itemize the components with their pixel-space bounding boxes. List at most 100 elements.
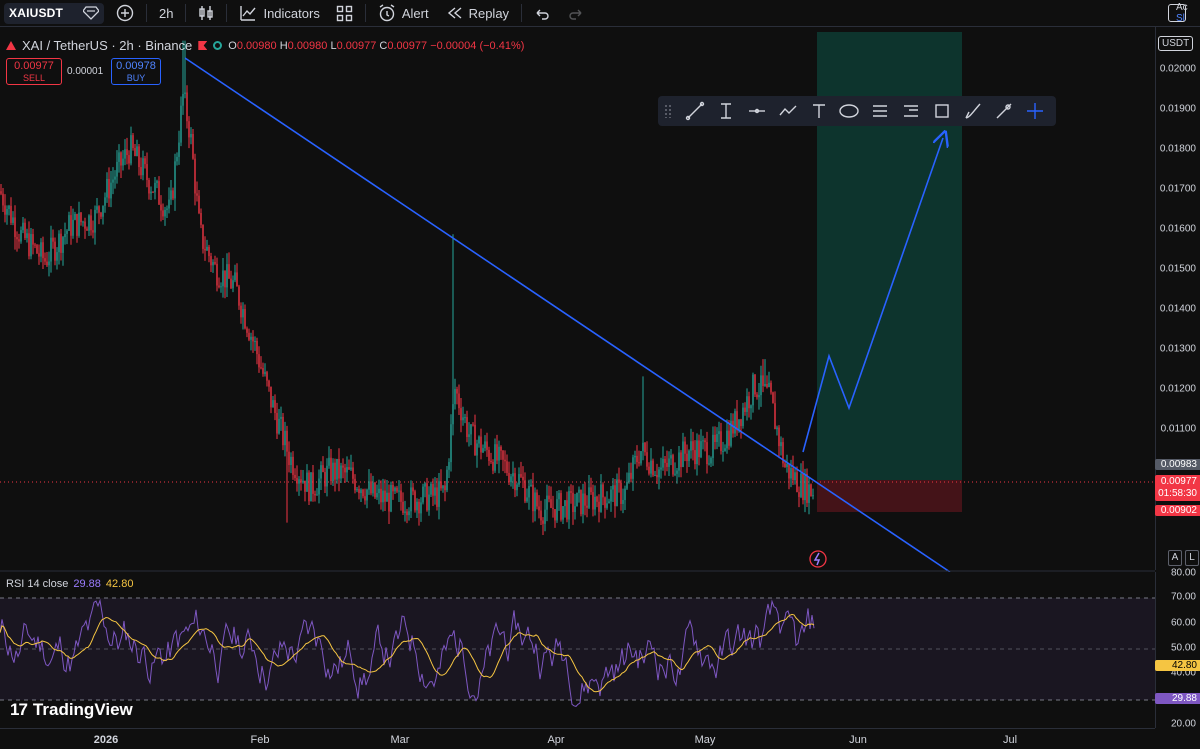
horizontal-line-icon[interactable] [742, 98, 773, 124]
candle-body [530, 484, 532, 487]
crosshair-icon[interactable] [1019, 98, 1050, 124]
candle-body [398, 490, 400, 492]
candle-body [522, 476, 524, 481]
trend-line-icon[interactable] [680, 98, 711, 124]
candle-body [336, 458, 338, 480]
candle-body [628, 472, 630, 482]
candle-body [454, 389, 456, 405]
candle-body [214, 262, 216, 264]
candle-body [46, 261, 48, 266]
candle-body [82, 221, 84, 223]
price-label: 0.01500 [1159, 263, 1196, 275]
flag-icon[interactable] [198, 41, 208, 50]
candle-body [566, 500, 568, 520]
position-icon[interactable] [896, 98, 927, 124]
candle-body [786, 463, 788, 468]
candle-body [770, 382, 772, 393]
change-value: −0.00004 (−0.41%) [430, 39, 525, 52]
fib-icon[interactable] [865, 98, 896, 124]
candle-body [102, 205, 104, 217]
buy-price: 0.00978 [116, 60, 156, 72]
candle-body [376, 493, 378, 498]
candle-body [404, 511, 406, 513]
candle-body [644, 442, 646, 453]
candle-body [526, 497, 528, 502]
scale-buttons: A L [1168, 550, 1199, 566]
candle-body [738, 419, 740, 431]
candle-body [596, 496, 598, 502]
drag-handle-icon[interactable] [664, 104, 672, 118]
candle-body [66, 230, 68, 234]
candle-body [736, 411, 738, 431]
candle-body [648, 466, 650, 474]
candle-body [412, 487, 414, 492]
time-axis[interactable]: 2026 Feb Mar Apr May Jun Jul [0, 728, 1155, 749]
candle-body [408, 511, 410, 516]
ellipse-icon[interactable] [834, 98, 865, 124]
log-scale-button[interactable]: L [1185, 550, 1199, 566]
currency-button[interactable]: USDT [1158, 36, 1194, 51]
candle-body [202, 224, 204, 249]
candle-body [578, 489, 580, 493]
candle-body [304, 480, 306, 492]
candle-body [396, 487, 398, 492]
lightning-icon[interactable] [809, 550, 827, 568]
candle-body [238, 286, 240, 306]
candle-body [654, 474, 656, 476]
rsi-axis[interactable]: 80.00 70.00 60.00 50.00 40.00 20.00 42.80 29.… [1155, 568, 1200, 730]
candle-body [26, 233, 28, 239]
path-icon[interactable] [772, 98, 803, 124]
time-label: Mar [390, 734, 410, 746]
candle-body [324, 472, 326, 487]
candle-body [490, 460, 492, 462]
candle-body [178, 142, 180, 157]
candle-body [320, 465, 322, 479]
candle-body [160, 204, 162, 211]
collapse-arrow-icon[interactable] [6, 41, 16, 50]
brush-icon[interactable] [957, 98, 988, 124]
buy-button[interactable]: 0.00978 BUY [111, 58, 161, 85]
candle-body [12, 217, 14, 223]
rectangle-icon[interactable] [927, 98, 958, 124]
candle-body [382, 490, 384, 503]
price-axis[interactable]: 0.02000 0.01900 0.01800 0.01700 0.01600 0.015… [1155, 27, 1200, 570]
candle-body [622, 500, 624, 504]
candle-body [278, 418, 280, 434]
candle-body [40, 242, 42, 257]
stop-zone[interactable] [817, 480, 962, 512]
candle-body [496, 444, 498, 461]
ray-icon[interactable] [711, 98, 742, 124]
auto-scale-button[interactable]: A [1168, 550, 1182, 566]
candle-body [512, 473, 514, 477]
candle-body [508, 472, 510, 483]
candle-body [24, 222, 26, 239]
candle-body [516, 484, 518, 491]
sell-button[interactable]: 0.00977 SELL [6, 58, 62, 85]
candle-body [122, 158, 124, 166]
candle-body [774, 403, 776, 430]
candle-body [100, 212, 102, 217]
buy-label: BUY [126, 73, 146, 83]
candle-body [290, 456, 292, 466]
text-icon[interactable] [803, 98, 834, 124]
candle-body [638, 462, 640, 464]
corner-line2: Sl [1176, 13, 1185, 24]
candle-body [470, 424, 472, 435]
candle-body [366, 489, 368, 501]
candle-body [0, 191, 2, 194]
candle-body [16, 237, 18, 240]
measure-icon[interactable] [988, 98, 1019, 124]
candle-body [560, 493, 562, 520]
candle-body [234, 272, 236, 281]
candle-body [620, 482, 622, 504]
candle-body [772, 392, 774, 404]
tradingview-logo[interactable]: 17 TradingView [10, 700, 133, 720]
candle-body [138, 146, 140, 168]
candle-body [754, 374, 756, 395]
candle-body [158, 181, 160, 205]
candle-body [768, 382, 770, 388]
candle-body [450, 424, 452, 463]
candle-body [126, 149, 128, 156]
candle-body [778, 427, 780, 447]
candle-body [424, 483, 426, 487]
